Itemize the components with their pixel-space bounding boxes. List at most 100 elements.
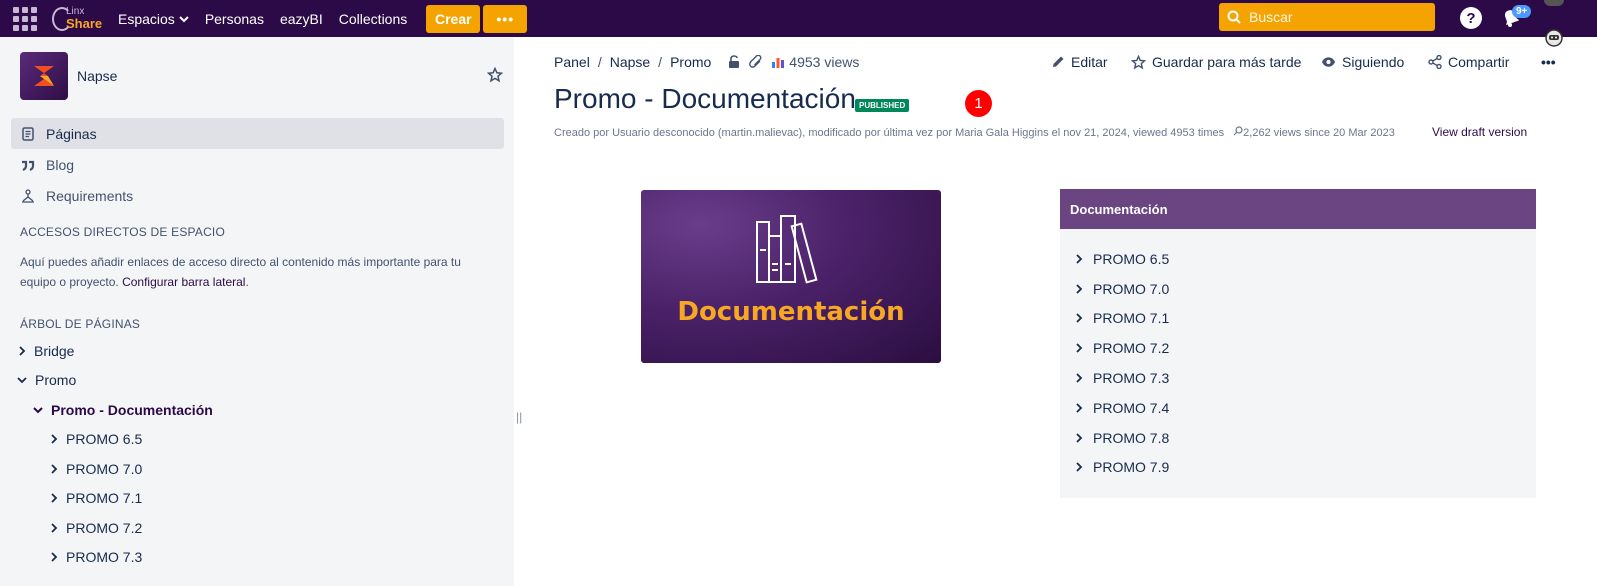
share-label: Compartir xyxy=(1448,54,1510,70)
child-item-label: PROMO 7.4 xyxy=(1093,399,1170,416)
nav-eazybi[interactable]: eazyBI xyxy=(280,11,323,27)
attachment-icon[interactable] xyxy=(749,55,763,69)
chevron-right-icon[interactable] xyxy=(1075,462,1083,473)
search-icon xyxy=(1227,10,1241,24)
tree-item-promo-7-1[interactable]: PROMO 7.1 xyxy=(0,484,514,514)
star-icon[interactable] xyxy=(487,67,503,83)
save-for-later-button[interactable]: Guardar para más tarde xyxy=(1131,54,1301,70)
analytics-icon xyxy=(772,58,785,68)
search-box[interactable] xyxy=(1219,3,1435,31)
search-input[interactable] xyxy=(1249,9,1419,25)
child-item-label: PROMO 7.1 xyxy=(1093,310,1170,327)
space-sidebar: Napse Páginas Blog Requirements ACCESOS … xyxy=(0,37,514,586)
chevron-down-icon xyxy=(179,15,189,22)
chevron-right-icon[interactable] xyxy=(1075,403,1083,413)
tree-item-promo-7-2[interactable]: PROMO 7.2 xyxy=(0,513,514,543)
child-item-promo-7-8[interactable]: PROMO 7.8 xyxy=(1060,423,1536,453)
byline-text: Creado por Usuario desconocido (martin.m… xyxy=(554,127,1225,139)
chevron-down-icon[interactable] xyxy=(33,406,43,414)
child-item-promo-7-9[interactable]: PROMO 7.9 xyxy=(1060,453,1536,483)
child-item-promo-7-3[interactable]: PROMO 7.3 xyxy=(1060,363,1536,393)
nav-espacios-label: Espacios xyxy=(118,10,175,27)
breadcrumb-panel[interactable]: Panel xyxy=(554,54,590,70)
tree-item-label: PROMO 7.3 xyxy=(66,549,143,566)
top-navigation-bar: Linx Share Espacios Personas eazyBI Coll… xyxy=(0,0,1597,37)
sidebar-item-label: Requirements xyxy=(46,187,134,204)
tree-item-bridge[interactable]: Bridge xyxy=(0,336,514,366)
breadcrumb-promo[interactable]: Promo xyxy=(670,54,711,70)
nav-collections[interactable]: Collections xyxy=(339,11,407,27)
share-button[interactable]: Compartir xyxy=(1428,54,1509,70)
child-item-promo-6-5[interactable]: PROMO 6.5 xyxy=(1060,244,1536,274)
sidebar-item-blog[interactable]: Blog xyxy=(11,149,504,180)
breadcrumb-separator: / xyxy=(658,54,663,70)
linx-share-logo[interactable]: Linx Share xyxy=(52,5,102,33)
chevron-down-icon[interactable] xyxy=(17,376,27,384)
sidebar-item-requirements[interactable]: Requirements xyxy=(11,180,504,211)
space-logo xyxy=(20,52,68,100)
chevron-right-icon[interactable] xyxy=(18,346,26,356)
chevron-right-icon[interactable] xyxy=(50,493,58,503)
pages-icon xyxy=(22,126,34,141)
view-draft-link[interactable]: View draft version xyxy=(1432,125,1527,139)
chevron-right-icon[interactable] xyxy=(50,464,58,474)
child-item-promo-7-4[interactable]: PROMO 7.4 xyxy=(1060,393,1536,423)
tree-item-label: Promo xyxy=(35,372,77,389)
banner-text: Documentación xyxy=(677,297,905,327)
sidebar-resize-handle[interactable]: || xyxy=(516,410,522,424)
more-actions-button[interactable]: ••• xyxy=(1541,54,1556,70)
configure-sidebar-link[interactable]: Configurar barra lateral xyxy=(122,275,245,289)
child-item-promo-7-1[interactable]: PROMO 7.1 xyxy=(1060,304,1536,334)
logo-text-share: Share xyxy=(66,15,103,31)
status-badge: PUBLISHED xyxy=(855,99,910,112)
tree-item-label: PROMO 7.2 xyxy=(66,519,143,536)
breadcrumb-napse[interactable]: Napse xyxy=(610,54,650,70)
tree-item-label: Bridge xyxy=(34,342,75,359)
user-avatar[interactable] xyxy=(1544,0,1564,6)
requirements-icon xyxy=(22,188,34,203)
child-item-label: PROMO 7.0 xyxy=(1093,280,1170,297)
tree-item-promo-6-5[interactable]: PROMO 6.5 xyxy=(0,425,514,455)
share-icon xyxy=(1428,55,1442,69)
following-label: Siguiendo xyxy=(1342,54,1405,70)
views-since[interactable]: 2,262 views since 20 Mar 2023 xyxy=(1233,126,1395,139)
chevron-right-icon[interactable] xyxy=(1075,373,1083,383)
chevron-right-icon[interactable] xyxy=(1075,313,1083,324)
chevron-right-icon[interactable] xyxy=(50,434,58,444)
child-item-promo-7-0[interactable]: PROMO 7.0 xyxy=(1060,274,1536,304)
documentation-banner-image: Documentación xyxy=(641,190,941,363)
child-item-label: PROMO 7.3 xyxy=(1093,370,1170,387)
chevron-right-icon[interactable] xyxy=(1075,433,1083,443)
help-icon[interactable]: ? xyxy=(1460,7,1482,29)
tree-item-promo-7-3[interactable]: PROMO 7.3 xyxy=(0,543,514,573)
nav-personas[interactable]: Personas xyxy=(205,11,264,27)
chevron-right-icon[interactable] xyxy=(1075,284,1083,294)
chevron-right-icon[interactable] xyxy=(1075,343,1083,353)
eye-icon xyxy=(1321,57,1336,67)
space-header[interactable]: Napse xyxy=(20,52,117,100)
page-tree-heading: ÁRBOL DE PÁGINAS xyxy=(20,317,141,331)
chevron-right-icon[interactable] xyxy=(50,552,58,562)
create-button[interactable]: Crear xyxy=(426,4,481,33)
nav-espacios[interactable]: Espacios xyxy=(118,11,189,27)
quote-icon xyxy=(22,160,35,171)
create-more-button[interactable]: ••• xyxy=(483,4,528,33)
app-switcher-icon[interactable] xyxy=(13,6,38,31)
panel-title: Documentación xyxy=(1060,189,1536,229)
tree-item-promo-documentacion[interactable]: Promo - Documentación xyxy=(0,395,514,425)
page-tree: Bridge Promo Promo - Documentación PROMO… xyxy=(0,336,514,572)
sidebar-item-pages[interactable]: Páginas xyxy=(11,118,504,149)
following-button[interactable]: Siguiendo xyxy=(1321,54,1404,70)
robot-avatar-icon[interactable] xyxy=(1543,28,1565,48)
child-item-promo-7-2[interactable]: PROMO 7.2 xyxy=(1060,333,1536,363)
unlock-icon[interactable] xyxy=(727,55,741,69)
edit-button[interactable]: Editar xyxy=(1051,54,1108,70)
tree-item-label: Promo - Documentación xyxy=(51,401,213,418)
tree-item-promo-7-0[interactable]: PROMO 7.0 xyxy=(0,454,514,484)
tree-item-promo[interactable]: Promo xyxy=(0,366,514,396)
pencil-icon xyxy=(1053,56,1064,67)
chevron-right-icon[interactable] xyxy=(50,523,58,533)
space-name: Napse xyxy=(77,68,118,84)
chevron-right-icon[interactable] xyxy=(1075,254,1083,264)
page-views[interactable]: 4953 views xyxy=(771,54,859,70)
